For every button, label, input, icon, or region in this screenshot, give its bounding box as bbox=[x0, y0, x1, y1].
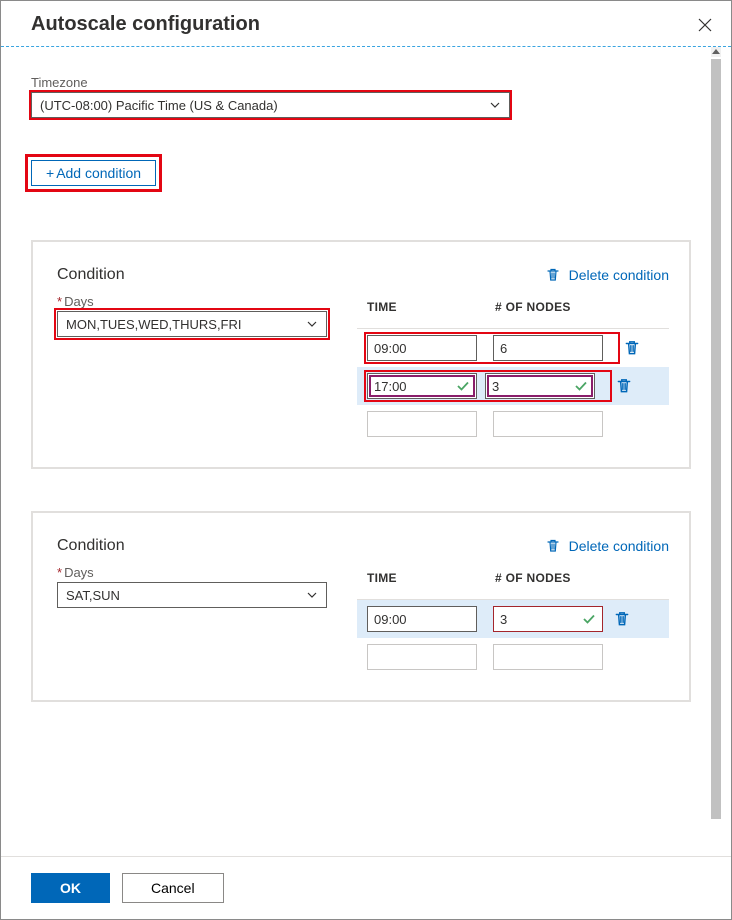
delete-condition-button[interactable]: Delete condition bbox=[545, 267, 669, 283]
scrollbar[interactable] bbox=[711, 47, 721, 856]
chevron-down-icon bbox=[306, 589, 318, 601]
time-input[interactable]: 09:00 bbox=[367, 335, 477, 361]
delete-condition-button[interactable]: Delete condition bbox=[545, 538, 669, 554]
timezone-select[interactable]: (UTC-08:00) Pacific Time (US & Canada) bbox=[31, 92, 510, 118]
close-icon[interactable] bbox=[695, 15, 715, 35]
column-header-nodes: # OF NODES bbox=[495, 300, 669, 314]
timezone-label: Timezone bbox=[31, 75, 691, 90]
days-value: SAT,SUN bbox=[66, 588, 306, 603]
days-label: *Days bbox=[57, 565, 357, 580]
condition-title: Condition bbox=[57, 537, 545, 555]
nodes-input[interactable] bbox=[493, 411, 603, 437]
nodes-input[interactable]: 6 bbox=[493, 335, 603, 361]
table-row: 09:00 6 bbox=[357, 329, 669, 367]
trash-icon bbox=[545, 538, 561, 554]
condition-card: Condition Delete condition *Days MON,TUE… bbox=[31, 240, 691, 469]
column-header-time: TIME bbox=[367, 571, 495, 585]
delete-row-icon[interactable] bbox=[615, 377, 633, 395]
delete-row-icon[interactable] bbox=[623, 339, 641, 357]
nodes-input[interactable] bbox=[493, 644, 603, 670]
dialog-title: Autoscale configuration bbox=[31, 13, 695, 36]
ok-button[interactable]: OK bbox=[31, 873, 110, 903]
time-input[interactable]: 09:00 bbox=[367, 606, 477, 632]
nodes-input[interactable]: 3 bbox=[485, 373, 595, 399]
column-header-time: TIME bbox=[367, 300, 495, 314]
add-condition-label: Add condition bbox=[56, 165, 141, 181]
delete-condition-label: Delete condition bbox=[569, 538, 669, 554]
days-select[interactable]: SAT,SUN bbox=[57, 582, 327, 608]
chevron-down-icon bbox=[489, 99, 501, 111]
add-condition-button[interactable]: +Add condition bbox=[31, 160, 156, 186]
table-row: 17:00 3 bbox=[357, 367, 669, 405]
delete-row-icon[interactable] bbox=[613, 610, 631, 628]
condition-title: Condition bbox=[57, 266, 545, 284]
nodes-input[interactable]: 3 bbox=[493, 606, 603, 632]
table-row bbox=[357, 638, 669, 676]
time-input[interactable] bbox=[367, 411, 477, 437]
time-input[interactable] bbox=[367, 644, 477, 670]
time-input[interactable]: 17:00 bbox=[367, 373, 477, 399]
checkmark-icon bbox=[456, 379, 470, 393]
column-header-nodes: # OF NODES bbox=[495, 571, 669, 585]
table-row: 09:00 3 bbox=[357, 600, 669, 638]
condition-card: Condition Delete condition *Days SAT,SUN bbox=[31, 511, 691, 702]
checkmark-icon bbox=[574, 379, 588, 393]
cancel-button[interactable]: Cancel bbox=[122, 873, 224, 903]
days-select[interactable]: MON,TUES,WED,THURS,FRI bbox=[57, 311, 327, 337]
trash-icon bbox=[545, 267, 561, 283]
days-label: *Days bbox=[57, 294, 357, 309]
days-value: MON,TUES,WED,THURS,FRI bbox=[66, 317, 306, 332]
table-row bbox=[357, 405, 669, 443]
timezone-value: (UTC-08:00) Pacific Time (US & Canada) bbox=[40, 98, 489, 113]
delete-condition-label: Delete condition bbox=[569, 267, 669, 283]
checkmark-icon bbox=[582, 612, 596, 626]
plus-icon: + bbox=[46, 165, 54, 181]
chevron-down-icon bbox=[306, 318, 318, 330]
